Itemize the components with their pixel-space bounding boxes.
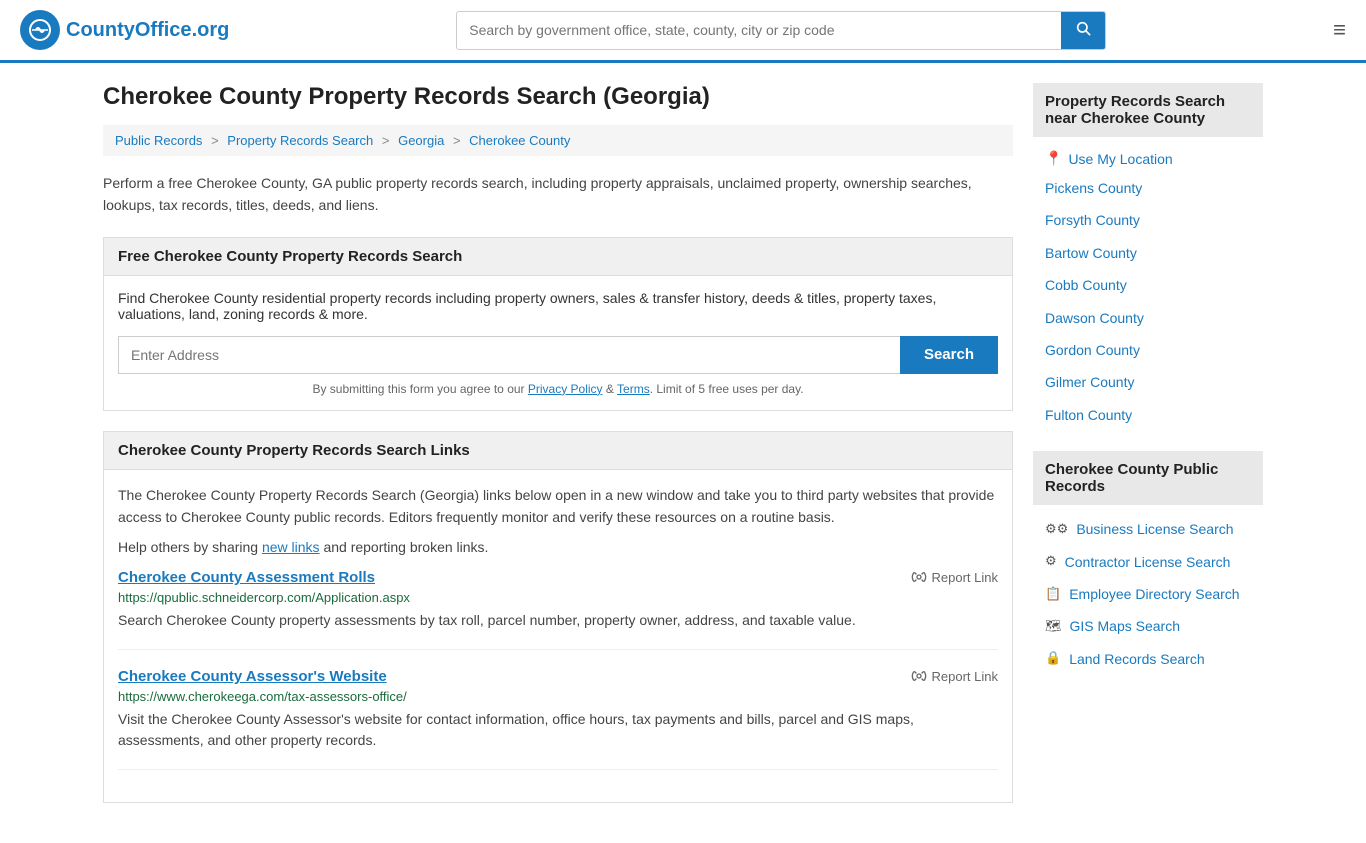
header-search-bar[interactable] [456,11,1106,50]
free-search-description: Find Cherokee County residential propert… [118,290,998,322]
employee-directory-icon: 📋 [1045,584,1061,605]
links-section-body: The Cherokee County Property Records Sea… [104,470,1012,802]
report-link-2[interactable]: Report Link [911,668,998,684]
nearby-pickens-county[interactable]: Pickens County [1033,172,1263,204]
terms-link[interactable]: Terms [617,382,650,396]
sidebar: Property Records Search near Cherokee Co… [1033,83,1263,823]
link-title-2[interactable]: Cherokee County Assessor's Website [118,668,387,685]
page-description: Perform a free Cherokee County, GA publi… [103,172,1013,217]
breadcrumb: Public Records > Property Records Search… [103,125,1013,156]
privacy-policy-link[interactable]: Privacy Policy [528,382,603,396]
contractor-license-search-link[interactable]: ⚙ Contractor License Search [1033,546,1263,578]
site-header: CountyOffice.org ≡ [0,0,1366,63]
nearby-counties-section: Property Records Search near Cherokee Co… [1033,83,1263,431]
land-records-label: Land Records Search [1069,648,1204,670]
search-button[interactable]: Search [900,336,998,374]
nearby-gilmer-county[interactable]: Gilmer County [1033,366,1263,398]
land-records-icon: 🔒 [1045,648,1061,669]
main-container: Cherokee County Property Records Search … [83,63,1283,843]
link-title-1[interactable]: Cherokee County Assessment Rolls [118,569,375,586]
breadcrumb-sep1: > [211,133,219,148]
link-desc-2: Visit the Cherokee County Assessor's web… [118,709,998,751]
logo-text: CountyOffice.org [66,19,229,42]
link-item-2-header: Cherokee County Assessor's Website Repor… [118,668,998,685]
link-desc-1: Search Cherokee County property assessme… [118,610,998,631]
header-search-button[interactable] [1061,12,1105,49]
breadcrumb-property-records-search[interactable]: Property Records Search [227,133,373,148]
employee-directory-label: Employee Directory Search [1069,583,1239,605]
page-title: Cherokee County Property Records Search … [103,83,1013,111]
nearby-counties-header: Property Records Search near Cherokee Co… [1033,83,1263,137]
hamburger-menu-icon[interactable]: ≡ [1333,17,1346,43]
contractor-license-label: Contractor License Search [1065,551,1231,573]
address-search-form: Search [118,336,998,374]
business-license-search-link[interactable]: ⚙⚙ Business License Search [1033,513,1263,545]
new-links-link[interactable]: new links [262,539,320,555]
link-item-1-header: Cherokee County Assessment Rolls Report … [118,569,998,586]
nearby-forsyth-county[interactable]: Forsyth County [1033,204,1263,236]
form-note: By submitting this form you agree to our… [118,382,998,396]
breadcrumb-sep2: > [382,133,390,148]
help-text: Help others by sharing new links and rep… [118,539,998,555]
logo-icon [20,10,60,50]
gis-maps-label: GIS Maps Search [1070,615,1181,637]
links-description: The Cherokee County Property Records Sea… [118,484,998,529]
employee-directory-search-link[interactable]: 📋 Employee Directory Search [1033,578,1263,610]
pin-icon: 📍 [1045,150,1062,167]
link-url-2: https://www.cherokeega.com/tax-assessors… [118,689,998,704]
business-license-label: Business License Search [1076,518,1233,540]
nearby-bartow-county[interactable]: Bartow County [1033,237,1263,269]
public-records-header: Cherokee County Public Records [1033,451,1263,505]
nearby-fulton-county[interactable]: Fulton County [1033,399,1263,431]
header-search-input[interactable] [457,14,1061,46]
breadcrumb-public-records[interactable]: Public Records [115,133,202,148]
content-area: Cherokee County Property Records Search … [103,83,1013,823]
breadcrumb-georgia[interactable]: Georgia [398,133,444,148]
gis-maps-search-link[interactable]: 🗺 GIS Maps Search [1033,610,1263,642]
breadcrumb-sep3: > [453,133,461,148]
use-location-label: Use My Location [1068,151,1172,167]
public-records-section: Cherokee County Public Records ⚙⚙ Busine… [1033,451,1263,675]
links-section-header: Cherokee County Property Records Search … [104,432,1012,470]
links-section: Cherokee County Property Records Search … [103,431,1013,803]
free-search-header: Free Cherokee County Property Records Se… [104,238,1012,276]
use-my-location[interactable]: 📍 Use My Location [1033,145,1263,172]
link-url-1: https://qpublic.schneidercorp.com/Applic… [118,590,998,605]
link-item-1: Cherokee County Assessment Rolls Report … [118,569,998,650]
report-link-1[interactable]: Report Link [911,569,998,585]
help-before: Help others by sharing [118,539,262,555]
contractor-license-icon: ⚙ [1045,551,1057,572]
nearby-cobb-county[interactable]: Cobb County [1033,269,1263,301]
breadcrumb-cherokee-county[interactable]: Cherokee County [469,133,570,148]
land-records-search-link[interactable]: 🔒 Land Records Search [1033,643,1263,675]
nearby-dawson-county[interactable]: Dawson County [1033,302,1263,334]
free-search-body: Find Cherokee County residential propert… [104,276,1012,410]
business-license-icon: ⚙⚙ [1045,519,1068,540]
logo-area[interactable]: CountyOffice.org [20,10,229,50]
form-note-before: By submitting this form you agree to our [312,382,527,396]
gis-maps-icon: 🗺 [1045,616,1062,637]
nearby-gordon-county[interactable]: Gordon County [1033,334,1263,366]
address-input[interactable] [118,336,900,374]
form-note-after: . Limit of 5 free uses per day. [650,382,804,396]
form-note-and: & [603,382,617,396]
link-item-2: Cherokee County Assessor's Website Repor… [118,668,998,770]
help-after: and reporting broken links. [320,539,489,555]
free-search-section: Free Cherokee County Property Records Se… [103,237,1013,411]
